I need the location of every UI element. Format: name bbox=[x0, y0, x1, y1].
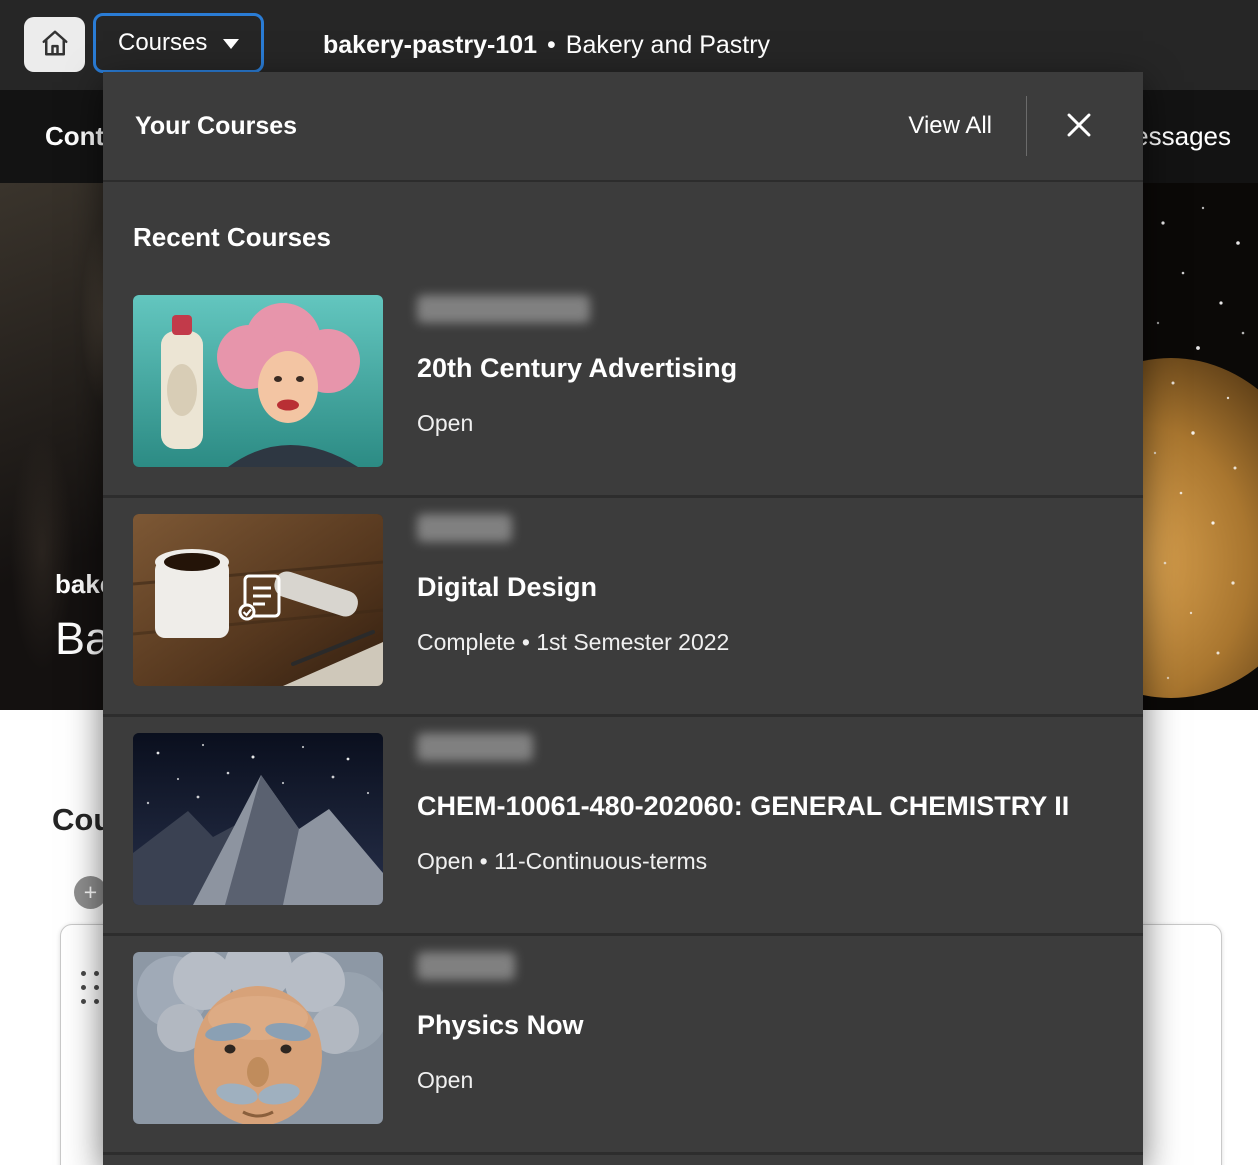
course-status: Complete • 1st Semester 2022 bbox=[417, 629, 729, 656]
panel-body: Recent Courses bbox=[103, 222, 1143, 1155]
banner-image-pastry bbox=[1143, 183, 1258, 710]
header-divider bbox=[1026, 96, 1027, 156]
course-card[interactable]: Physics Now Open bbox=[133, 936, 1113, 1152]
close-button[interactable] bbox=[1053, 99, 1105, 154]
panel-header: Your Courses View All bbox=[103, 72, 1143, 182]
breadcrumb-course-name: Bakery and Pastry bbox=[566, 31, 770, 60]
chevron-down-icon bbox=[223, 29, 239, 57]
course-status: Open • 11-Continuous-terms bbox=[417, 848, 707, 875]
recent-courses-heading: Recent Courses bbox=[133, 222, 1113, 253]
digital-design-course-image bbox=[133, 514, 383, 686]
course-card[interactable]: CHEM-10061-480-202060: GENERAL CHEMISTRY… bbox=[133, 717, 1113, 933]
advertising-course-image bbox=[133, 295, 383, 467]
course-card[interactable]: Digital Design Complete • 1st Semester 2… bbox=[133, 498, 1113, 714]
course-card[interactable]: 20th Century Advertising Open bbox=[133, 279, 1113, 495]
panel-title: Your Courses bbox=[135, 112, 906, 141]
course-status: Open bbox=[417, 410, 473, 437]
chemistry-course-image bbox=[133, 733, 383, 905]
home-button[interactable] bbox=[24, 17, 85, 72]
row-divider bbox=[103, 1152, 1143, 1155]
course-title: Physics Now bbox=[417, 1010, 584, 1041]
redacted-course-id bbox=[417, 952, 515, 980]
course-title: 20th Century Advertising bbox=[417, 353, 737, 384]
course-title: Digital Design bbox=[417, 572, 597, 603]
physics-course-image bbox=[133, 952, 383, 1124]
page: Courses bakery-pastry-101 • Bakery and P… bbox=[0, 0, 1258, 1165]
close-icon bbox=[1063, 109, 1095, 144]
home-icon bbox=[40, 28, 70, 61]
breadcrumb-separator: • bbox=[547, 31, 556, 60]
course-status: Open bbox=[417, 1067, 473, 1094]
breadcrumb-course-id: bakery-pastry-101 bbox=[323, 31, 537, 60]
redacted-course-id bbox=[417, 733, 533, 761]
courses-menu-button[interactable]: Courses bbox=[93, 13, 264, 73]
view-all-button[interactable]: View All bbox=[906, 106, 994, 146]
drag-handle[interactable] bbox=[81, 971, 99, 1009]
redacted-course-id bbox=[417, 514, 512, 542]
course-title: CHEM-10061-480-202060: GENERAL CHEMISTRY… bbox=[417, 791, 1069, 822]
courses-menu-label: Courses bbox=[118, 29, 207, 57]
courses-dropdown-panel: Your Courses View All Recent Courses bbox=[103, 72, 1143, 1165]
redacted-course-id bbox=[417, 295, 590, 323]
